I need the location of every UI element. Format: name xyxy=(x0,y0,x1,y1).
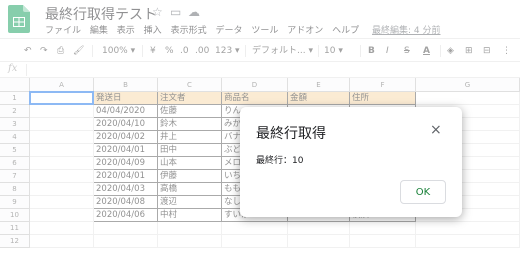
dialog-message: 最終行：10 xyxy=(256,156,304,166)
close-icon[interactable]: × xyxy=(430,123,442,137)
app: 最終行取得テスト ☆ ▭ ☁ ファイル 編集 表示 挿入 表示形式 データ ツー… xyxy=(0,0,520,276)
dialog: 最終行取得 × 最終行：10 OK xyxy=(240,107,462,217)
ok-button[interactable]: OK xyxy=(400,180,446,204)
dialog-title: 最終行取得 xyxy=(256,126,326,142)
